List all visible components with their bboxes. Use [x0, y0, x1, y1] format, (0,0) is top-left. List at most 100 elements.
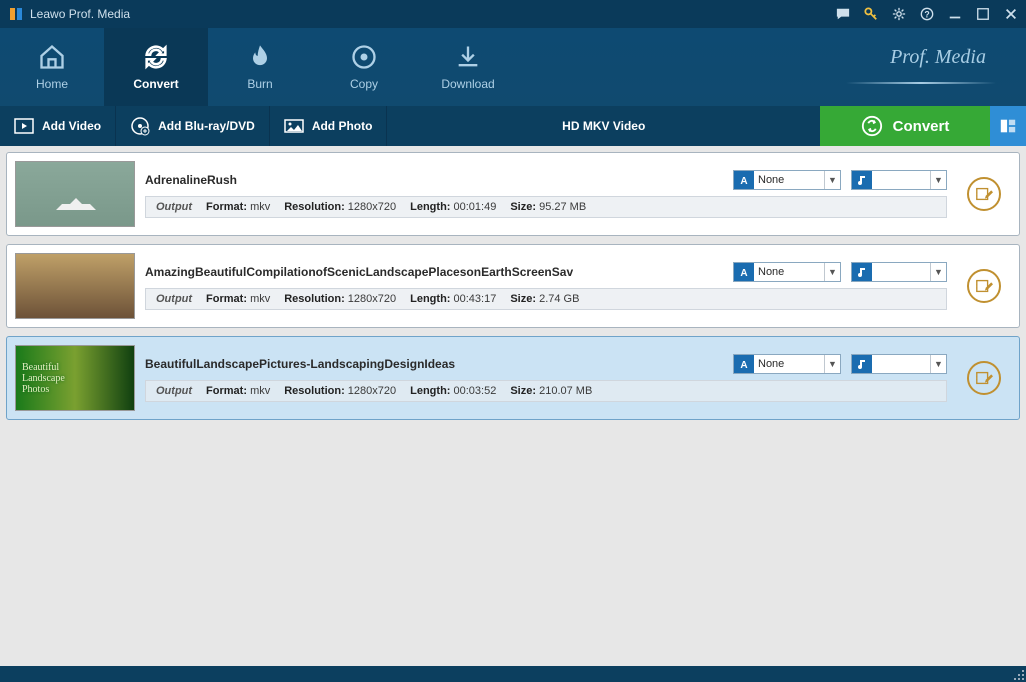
resize-grip[interactable] — [1014, 670, 1024, 680]
file-card[interactable]: AdrenalineRushANone▼▼OutputFormat: mkvRe… — [6, 152, 1020, 236]
output-profile-selector[interactable]: HD MKV Video — [387, 106, 820, 146]
audio-note-icon — [852, 263, 872, 281]
edit-video-button[interactable] — [967, 177, 1001, 211]
size-label: Size: — [510, 293, 536, 305]
add-bluray-button[interactable]: Add Blu-ray/DVD — [116, 106, 270, 146]
format-value: mkv — [250, 293, 270, 305]
resolution-label: Resolution: — [284, 201, 345, 213]
resolution-label: Resolution: — [284, 385, 345, 397]
nav-copy[interactable]: Copy — [312, 28, 416, 106]
file-title[interactable]: BeautifulLandscapePictures-LandscapingDe… — [145, 357, 455, 371]
app-title: Leawo Prof. Media — [30, 7, 130, 21]
convert-action-icon — [861, 115, 883, 137]
layout-toggle-icon — [999, 117, 1017, 135]
audio-value — [872, 355, 930, 373]
file-card[interactable]: BeautifulLandscapePictures-LandscapingDe… — [6, 336, 1020, 420]
nav-copy-label: Copy — [350, 77, 378, 91]
subtitle-icon: A — [734, 171, 754, 189]
length-value: 00:03:52 — [454, 385, 497, 397]
subtitle-value: None — [754, 171, 824, 189]
nav-burn-label: Burn — [247, 77, 272, 91]
add-photo-icon — [284, 116, 304, 136]
format-value: mkv — [250, 201, 270, 213]
add-bluray-label: Add Blu-ray/DVD — [158, 119, 255, 133]
track-selectors: ANone▼▼ — [733, 354, 947, 374]
format-label: Format: — [206, 385, 247, 397]
subtitle-select[interactable]: A None▼ — [733, 354, 841, 374]
home-icon — [38, 43, 66, 71]
edit-video-button[interactable] — [967, 361, 1001, 395]
output-label: Output — [156, 385, 192, 397]
burn-icon — [246, 43, 274, 71]
add-video-icon — [14, 116, 34, 136]
file-list: AdrenalineRushANone▼▼OutputFormat: mkvRe… — [0, 146, 1026, 666]
file-title-row: AdrenalineRushANone▼▼ — [145, 170, 947, 190]
output-info-bar: OutputFormat: mkvResolution: 1280x720Len… — [145, 288, 947, 310]
subtitle-icon: A — [734, 355, 754, 373]
minimize-icon[interactable] — [948, 7, 962, 21]
resolution-value: 1280x720 — [348, 385, 396, 397]
file-card[interactable]: AmazingBeautifulCompilationofScenicLands… — [6, 244, 1020, 328]
status-bar — [0, 666, 1026, 682]
brand-underline — [846, 82, 996, 84]
add-video-button[interactable]: Add Video — [0, 106, 116, 146]
length-label: Length: — [410, 293, 450, 305]
help-icon[interactable]: ? — [920, 7, 934, 21]
subtitle-value: None — [754, 263, 824, 281]
format-label: Format: — [206, 201, 247, 213]
length-value: 00:43:17 — [454, 293, 497, 305]
svg-text:A: A — [740, 360, 747, 370]
audio-select[interactable]: ▼ — [851, 262, 947, 282]
register-key-icon[interactable] — [864, 7, 878, 21]
file-thumbnail[interactable] — [15, 345, 135, 411]
nav-home-label: Home — [36, 77, 68, 91]
file-card-body: BeautifulLandscapePictures-LandscapingDe… — [145, 354, 947, 402]
file-thumbnail[interactable] — [15, 161, 135, 227]
layout-toggle-button[interactable] — [990, 106, 1026, 146]
file-title[interactable]: AmazingBeautifulCompilationofScenicLands… — [145, 265, 573, 279]
chevron-down-icon: ▼ — [930, 171, 946, 189]
output-info-bar: OutputFormat: mkvResolution: 1280x720Len… — [145, 196, 947, 218]
convert-button[interactable]: Convert — [820, 106, 990, 146]
nav-download-label: Download — [441, 77, 494, 91]
edit-video-button[interactable] — [967, 269, 1001, 303]
subtitle-select[interactable]: ANone▼ — [733, 262, 841, 282]
nav-convert[interactable]: Convert — [104, 28, 208, 106]
nav-burn[interactable]: Burn — [208, 28, 312, 106]
size-label: Size: — [510, 385, 536, 397]
svg-text:?: ? — [924, 10, 929, 20]
close-icon[interactable] — [1004, 7, 1018, 21]
settings-gear-icon[interactable] — [892, 7, 906, 21]
chevron-down-icon: ▼ — [930, 355, 946, 373]
add-bluray-icon — [130, 116, 150, 136]
feedback-icon[interactable] — [836, 7, 850, 21]
copy-disc-icon — [350, 43, 378, 71]
nav-home[interactable]: Home — [0, 28, 104, 106]
audio-value — [872, 171, 930, 189]
file-title[interactable]: AdrenalineRush — [145, 173, 237, 187]
output-profile-label: HD MKV Video — [562, 119, 645, 133]
audio-select[interactable]: ▼ — [851, 170, 947, 190]
brand-text: Prof. Media — [890, 46, 986, 69]
svg-text:A: A — [740, 176, 747, 186]
chevron-down-icon: ▼ — [824, 355, 840, 373]
nav-download[interactable]: Download — [416, 28, 520, 106]
file-thumbnail[interactable] — [15, 253, 135, 319]
subtitle-value: None — [754, 355, 824, 373]
maximize-icon[interactable] — [976, 7, 990, 21]
resolution-label: Resolution: — [284, 293, 345, 305]
add-video-label: Add Video — [42, 119, 101, 133]
format-label: Format: — [206, 293, 247, 305]
size-label: Size: — [510, 201, 536, 213]
audio-select[interactable]: ▼ — [851, 354, 947, 374]
size-value: 2.74 GB — [539, 293, 579, 305]
add-photo-button[interactable]: Add Photo — [270, 106, 388, 146]
svg-text:A: A — [740, 268, 747, 278]
output-label: Output — [156, 293, 192, 305]
file-card-body: AdrenalineRushANone▼▼OutputFormat: mkvRe… — [145, 170, 947, 218]
chevron-down-icon: ▼ — [824, 171, 840, 189]
subtitle-select[interactable]: A None▼ — [733, 170, 841, 190]
file-card-body: AmazingBeautifulCompilationofScenicLands… — [145, 262, 947, 310]
length-label: Length: — [410, 201, 450, 213]
resolution-value: 1280x720 — [348, 201, 396, 213]
